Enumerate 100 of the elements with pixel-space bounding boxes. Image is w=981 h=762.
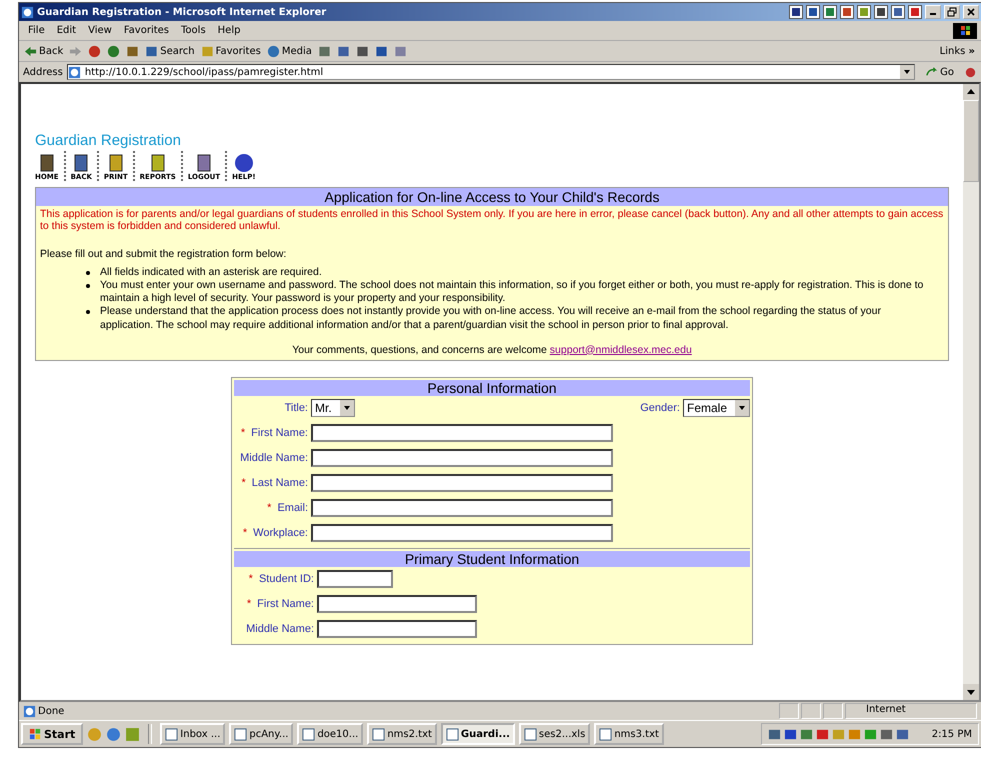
restore-icon bbox=[947, 7, 957, 17]
app-shortcut-icon[interactable] bbox=[857, 5, 871, 19]
text-input[interactable] bbox=[311, 424, 613, 442]
go-arrow-icon bbox=[925, 66, 938, 78]
back-button[interactable]: Back bbox=[23, 44, 64, 58]
minimize-button[interactable] bbox=[925, 5, 941, 19]
taskbar-button[interactable]: Guardi... bbox=[440, 723, 515, 745]
document-icon bbox=[446, 728, 459, 740]
menu-item[interactable]: Help bbox=[212, 25, 246, 36]
dropdown[interactable]: Mr. bbox=[311, 399, 355, 418]
taskbar-button[interactable]: Inbox ... bbox=[160, 723, 226, 745]
menu-item[interactable]: Favorites bbox=[118, 25, 174, 36]
required-asterisk: * bbox=[240, 427, 246, 440]
field-label: Gender: bbox=[640, 402, 680, 414]
address-label: Address bbox=[23, 66, 63, 78]
app-shortcut-icon[interactable] bbox=[806, 5, 820, 19]
required-asterisk: * bbox=[248, 573, 253, 586]
help-icon bbox=[234, 153, 254, 173]
history-button[interactable] bbox=[316, 44, 332, 58]
menu-item[interactable]: Tools bbox=[176, 25, 211, 36]
app-shortcut-icon[interactable] bbox=[891, 5, 905, 19]
text-input[interactable] bbox=[317, 570, 393, 588]
quick-launch-icon[interactable] bbox=[106, 726, 122, 742]
tray-icon[interactable] bbox=[816, 728, 829, 740]
search-button[interactable]: Search bbox=[144, 44, 196, 58]
document-icon bbox=[302, 728, 316, 740]
scroll-up-icon[interactable] bbox=[963, 84, 979, 100]
address-field[interactable]: http://10.0.1.229/school/ipass/pamregister.html bbox=[66, 64, 916, 80]
taskbar-button[interactable]: nms3.txt bbox=[594, 723, 664, 745]
field-label: Middle Name: bbox=[240, 452, 308, 464]
word-button[interactable] bbox=[374, 44, 389, 58]
taskbar-button[interactable]: doe10... bbox=[297, 723, 364, 745]
tray-icon[interactable] bbox=[880, 728, 893, 740]
text-input[interactable] bbox=[311, 524, 613, 542]
field-label: First Name: bbox=[257, 598, 314, 610]
app-shortcut-icon[interactable] bbox=[908, 5, 922, 19]
text-input[interactable] bbox=[317, 620, 477, 638]
app-shortcut-icon[interactable] bbox=[874, 5, 888, 19]
document-icon bbox=[599, 728, 612, 740]
stop-icon bbox=[88, 44, 102, 58]
scroll-thumb[interactable] bbox=[963, 100, 979, 182]
go-button[interactable]: Go bbox=[919, 64, 960, 80]
page-icon bbox=[23, 704, 36, 718]
app-shortcut-icon[interactable] bbox=[840, 5, 854, 19]
minimize-icon bbox=[930, 13, 936, 15]
instruction-text: Please fill out and submit the registration form below: bbox=[40, 248, 288, 260]
back-icon bbox=[24, 44, 37, 58]
close-button[interactable] bbox=[963, 5, 979, 19]
word-icon bbox=[374, 44, 388, 58]
app-shortcut-icon[interactable] bbox=[789, 5, 803, 19]
text-input[interactable] bbox=[311, 474, 613, 492]
menu-item[interactable]: Edit bbox=[52, 25, 82, 36]
messenger-icon[interactable] bbox=[964, 66, 977, 78]
home-icon bbox=[126, 44, 140, 58]
tray-icon[interactable] bbox=[768, 728, 781, 740]
email-link[interactable]: support@nmiddlesex.mec.edu bbox=[550, 344, 692, 356]
field-label: Email: bbox=[277, 502, 308, 514]
field-label: First Name: bbox=[251, 427, 308, 440]
text-input[interactable] bbox=[311, 449, 613, 468]
field-label: Title: bbox=[284, 402, 308, 414]
text-input[interactable] bbox=[311, 499, 613, 518]
start-button[interactable]: Start bbox=[21, 723, 84, 745]
print-icon bbox=[356, 44, 369, 58]
home-button[interactable] bbox=[125, 44, 140, 58]
window-title: Guardian Registration - Microsoft Internet Explorer bbox=[37, 6, 326, 18]
field-label: Student ID: bbox=[258, 573, 314, 586]
taskbar-button[interactable]: pcAny... bbox=[229, 723, 294, 745]
status-text: Done bbox=[38, 706, 64, 716]
search-icon bbox=[145, 44, 158, 58]
notice-title: Application for On-line Access to Your Child's Records bbox=[36, 188, 948, 206]
page-heading: Guardian Registration bbox=[35, 132, 182, 149]
bullet-icon bbox=[86, 310, 90, 314]
taskbar-button[interactable]: ses2...xls bbox=[518, 723, 590, 745]
menu-item[interactable]: View bbox=[83, 25, 117, 36]
stop-button[interactable] bbox=[87, 44, 102, 58]
requirement-item: Please understand that the application process does not instantly provide you with on-line access. You will receive an e-mail from the school regarding the status of your application. The school may require additional information and/or that a parent/guardian visit the school in person prior to final approval. bbox=[100, 305, 882, 332]
refresh-icon bbox=[107, 44, 120, 58]
section-title: Primary Student Information bbox=[234, 550, 750, 567]
restore-button[interactable] bbox=[944, 5, 960, 19]
favorites-button[interactable]: Favorites bbox=[200, 44, 262, 58]
tray-icon[interactable] bbox=[784, 728, 797, 740]
taskbar-button[interactable]: nms2.txt bbox=[367, 723, 437, 745]
warning-text: This application is for parents and/or legal guardians of students enrolled in this School System only. If you are here in error, please cancel (back button). Any and all other attempts to gain access to this system is forbidden and considered unlawful. bbox=[40, 208, 944, 232]
dropdown[interactable]: Female bbox=[682, 399, 750, 418]
text-input[interactable] bbox=[317, 595, 477, 614]
mail-button[interactable] bbox=[336, 44, 351, 58]
menu-item[interactable]: File bbox=[23, 25, 50, 36]
print-button[interactable] bbox=[354, 44, 370, 58]
tray-icon[interactable] bbox=[896, 728, 909, 740]
refresh-button[interactable] bbox=[106, 44, 122, 58]
mail-icon bbox=[336, 44, 350, 58]
media-icon bbox=[266, 44, 280, 58]
tray-icon[interactable] bbox=[800, 728, 813, 740]
links-button[interactable]: Links » bbox=[938, 46, 977, 56]
media-button[interactable]: Media bbox=[266, 44, 313, 58]
scroll-down-icon[interactable] bbox=[963, 684, 979, 700]
app-shortcut-icon[interactable] bbox=[823, 5, 837, 19]
page-icon bbox=[68, 66, 81, 78]
scrollbar[interactable] bbox=[963, 84, 979, 700]
required-asterisk: * bbox=[246, 598, 252, 610]
